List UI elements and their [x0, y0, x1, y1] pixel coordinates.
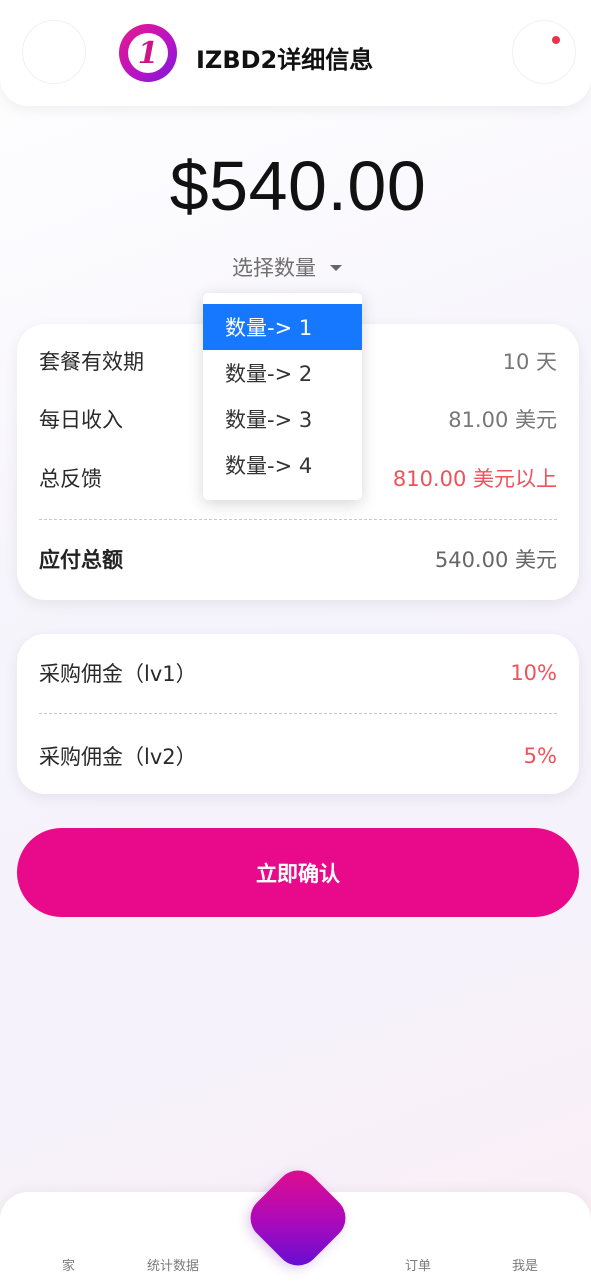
divider	[39, 519, 557, 520]
commission-card: 采购佣金（lv1） 10% 采购佣金（lv2） 5%	[17, 634, 579, 794]
total-due-row: 应付总额 540.00 美元	[39, 544, 557, 574]
nav-item-profile[interactable]: 我是	[512, 1255, 538, 1274]
detail-label: 每日收入	[39, 408, 123, 432]
commission-row-lv2: 采购佣金（lv2） 5%	[39, 741, 557, 771]
commission-label: 采购佣金（lv2）	[39, 745, 197, 769]
caret-down-icon	[330, 265, 342, 271]
detail-label: 套餐有效期	[39, 350, 144, 374]
nav-item-home[interactable]: 家	[62, 1255, 75, 1274]
notification-dot	[552, 36, 560, 44]
detail-label: 总反馈	[39, 467, 102, 491]
page-title: IZBD2详细信息	[196, 46, 374, 74]
total-value: 540.00 美元	[434, 548, 557, 572]
back-button[interactable]	[22, 20, 86, 84]
detail-value: 810.00 美元以上	[392, 467, 557, 491]
commission-value: 10%	[510, 661, 557, 685]
nav-item-statistics[interactable]: 统计数据	[147, 1255, 199, 1274]
detail-value: 10 天	[502, 350, 557, 374]
detail-value: 81.00 美元	[448, 408, 557, 432]
commission-row-lv1: 采购佣金（lv1） 10%	[39, 658, 557, 688]
dropdown-option-2[interactable]: 数量-> 2	[203, 350, 362, 396]
product-logo-icon: 1	[119, 24, 177, 82]
divider	[39, 713, 557, 714]
confirm-button[interactable]: 立即确认	[17, 828, 579, 917]
commission-value: 5%	[523, 744, 557, 768]
dropdown-option-1[interactable]: 数量-> 1	[203, 304, 362, 350]
dropdown-option-4[interactable]: 数量-> 4	[203, 442, 362, 488]
header-bar: 1 IZBD2详细信息	[0, 0, 591, 106]
quantity-dropdown: 数量-> 1 数量-> 2 数量-> 3 数量-> 4	[203, 293, 362, 500]
commission-label: 采购佣金（lv1）	[39, 662, 197, 686]
quantity-select-label: 选择数量	[232, 256, 316, 280]
total-label: 应付总额	[39, 548, 123, 572]
price-amount: $540.00	[169, 147, 427, 225]
nav-item-orders[interactable]: 订单	[405, 1255, 431, 1274]
logo-glyph: 1	[128, 33, 168, 73]
dropdown-option-3[interactable]: 数量-> 3	[203, 396, 362, 442]
quantity-select[interactable]: 选择数量	[232, 252, 342, 282]
notification-button[interactable]	[512, 20, 576, 84]
